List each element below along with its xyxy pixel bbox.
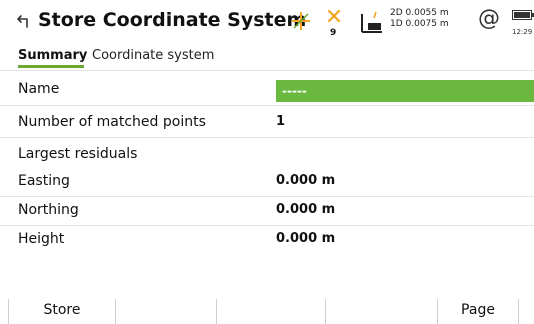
precision-readout: 2D 0.0055 m 1D 0.0075 m bbox=[390, 8, 449, 30]
satellite-icon[interactable] bbox=[326, 8, 342, 26]
tab-bar: Summary Coordinate system bbox=[0, 46, 534, 70]
easting-label: Easting bbox=[18, 173, 70, 189]
northing-row: Northing 0.000 m bbox=[0, 197, 534, 225]
name-label: Name bbox=[18, 81, 60, 97]
height-label: Height bbox=[18, 231, 65, 247]
receiver-icon[interactable] bbox=[358, 10, 384, 36]
matched-points-label: Number of matched points bbox=[18, 114, 206, 130]
tab-coordinate-system[interactable]: Coordinate system bbox=[92, 48, 214, 63]
softkey-empty-3[interactable] bbox=[217, 297, 325, 324]
divider bbox=[0, 137, 534, 138]
softkey-empty-2[interactable] bbox=[116, 297, 216, 324]
northing-label: Northing bbox=[18, 202, 79, 218]
name-row: Name ----- bbox=[0, 76, 534, 104]
at-icon[interactable]: @ bbox=[478, 6, 500, 31]
residuals-heading: Largest residuals bbox=[18, 146, 138, 162]
height-row: Height 0.000 m bbox=[0, 226, 534, 254]
softkey-divider bbox=[518, 299, 519, 324]
height-value: 0.000 m bbox=[276, 231, 336, 246]
clock: 12:29 bbox=[512, 28, 533, 36]
residuals-heading-row: Largest residuals bbox=[0, 141, 534, 169]
store-button[interactable]: Store bbox=[9, 297, 115, 324]
title-bar: Store Coordinate System 9 2D 0.0055 m 1D… bbox=[0, 0, 534, 46]
matched-points-row: Number of matched points 1 bbox=[0, 109, 534, 137]
matched-points-value: 1 bbox=[276, 114, 286, 129]
active-tab-indicator bbox=[18, 65, 84, 68]
page-title: Store Coordinate System bbox=[38, 9, 307, 31]
page-button[interactable]: Page bbox=[438, 297, 518, 324]
crosshair-icon[interactable] bbox=[290, 10, 312, 32]
precision-2d: 2D 0.0055 m bbox=[390, 8, 449, 18]
softkey-empty-4[interactable] bbox=[326, 297, 437, 324]
divider bbox=[0, 70, 534, 71]
divider bbox=[0, 105, 534, 106]
precision-1d: 1D 0.0075 m bbox=[390, 19, 449, 29]
name-field[interactable]: ----- bbox=[276, 80, 534, 102]
softkey-bar: Store Page bbox=[0, 297, 534, 324]
northing-value: 0.000 m bbox=[276, 202, 336, 217]
satellite-count: 9 bbox=[330, 28, 337, 38]
tab-summary[interactable]: Summary bbox=[18, 48, 87, 63]
easting-value: 0.000 m bbox=[276, 173, 336, 188]
back-arrow-icon[interactable] bbox=[14, 12, 32, 30]
easting-row: Easting 0.000 m bbox=[0, 168, 534, 196]
battery-icon bbox=[512, 10, 534, 20]
